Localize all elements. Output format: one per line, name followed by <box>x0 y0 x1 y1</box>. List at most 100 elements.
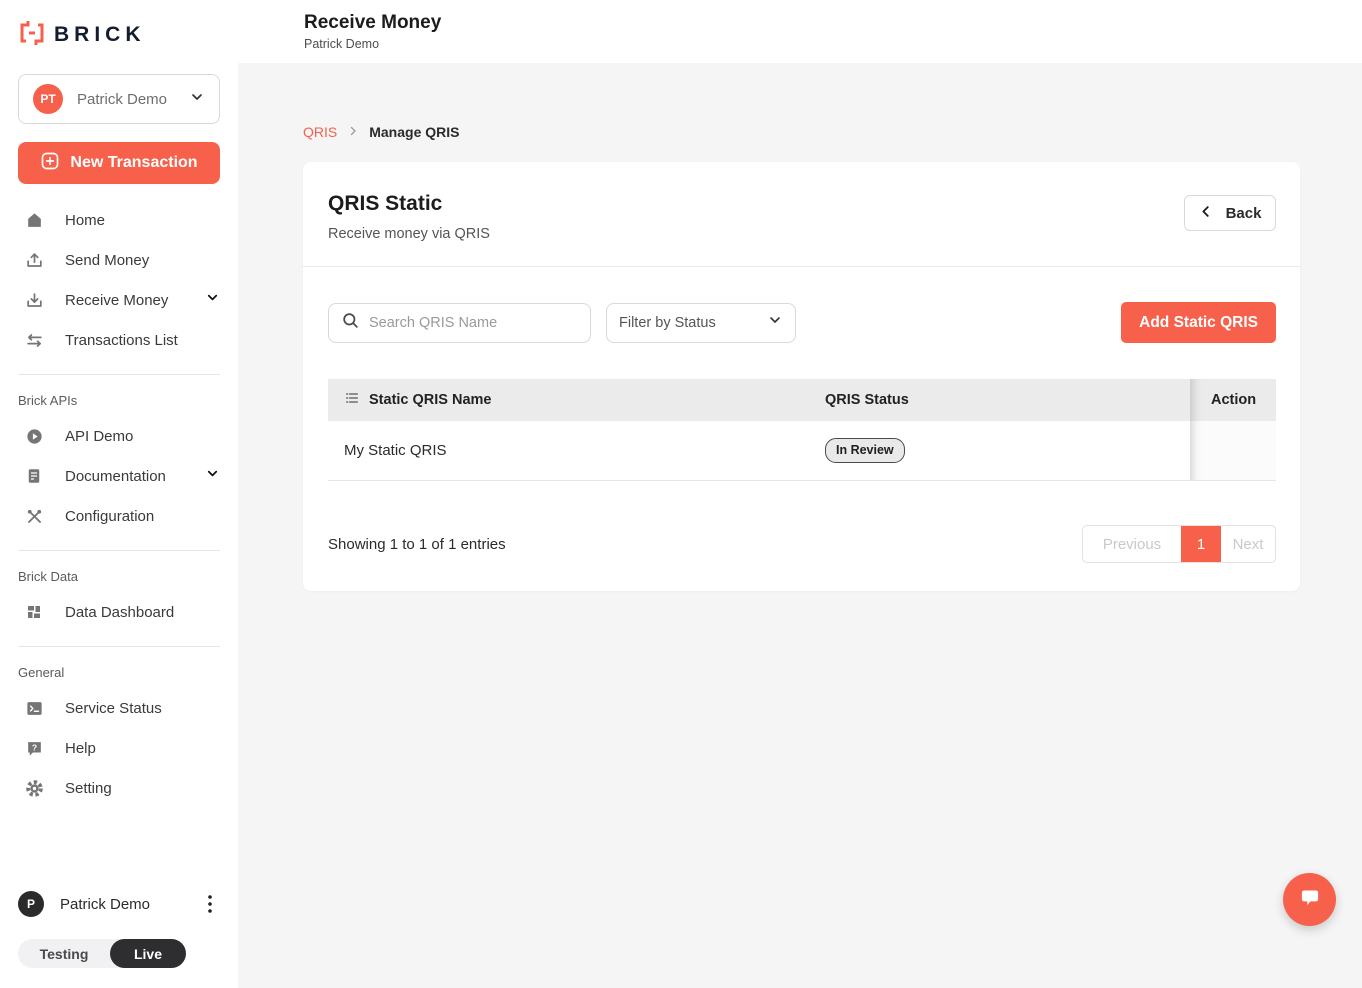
sidebar-item-label: API Demo <box>65 427 134 445</box>
add-static-qris-button[interactable]: Add Static QRIS <box>1121 302 1276 343</box>
pagination-next[interactable]: Next <box>1221 526 1275 562</box>
sidebar: BRICK PT Patrick Demo New Transaction Ho… <box>0 0 238 988</box>
tools-icon <box>24 506 44 526</box>
breadcrumb-qris[interactable]: QRIS <box>303 124 337 140</box>
breadcrumb: QRIS Manage QRIS <box>303 124 1362 140</box>
qris-static-card: QRIS Static Receive money via QRIS Back <box>303 162 1300 591</box>
sidebar-item-label: Documentation <box>65 467 166 485</box>
send-money-icon <box>24 250 44 270</box>
svg-text:?: ? <box>31 742 36 752</box>
sidebar-item-label: Configuration <box>65 507 155 525</box>
section-title-general: General <box>18 665 65 680</box>
cell-qris-name: My Static QRIS <box>344 442 447 459</box>
chat-bubble-icon <box>1297 884 1323 915</box>
sidebar-item-label: Help <box>65 739 96 757</box>
sidebar-footer: P Patrick Demo Testing Live <box>18 889 220 968</box>
card-subtitle: Receive money via QRIS <box>328 226 490 242</box>
sidebar-item-label: Receive Money <box>65 291 169 309</box>
account-selector[interactable]: PT Patrick Demo <box>18 74 220 124</box>
section-title-brick-apis: Brick APIs <box>18 393 78 408</box>
back-button[interactable]: Back <box>1184 195 1276 231</box>
sidebar-item-setting[interactable]: Setting <box>18 768 220 808</box>
chevron-down-icon[interactable] <box>205 466 220 486</box>
table-row[interactable]: My Static QRIS In Review <box>328 421 1276 481</box>
column-header-action: Action <box>1190 379 1276 421</box>
column-header-name: Static QRIS Name <box>328 379 809 421</box>
column-label: QRIS Status <box>825 392 909 408</box>
help-bubble-icon: ? <box>24 738 44 758</box>
cell-action <box>1190 421 1276 480</box>
chevron-down-icon <box>767 312 783 333</box>
card-header: QRIS Static Receive money via QRIS Back <box>303 162 1300 267</box>
pagination: Previous 1 Next <box>1082 525 1276 563</box>
toolbar: Filter by Status Add Static QRIS <box>303 267 1300 343</box>
gear-icon <box>24 778 44 798</box>
sidebar-item-api-demo[interactable]: API Demo <box>18 416 220 456</box>
entries-summary: Showing 1 to 1 of 1 entries <box>328 535 506 553</box>
sidebar-item-send-money[interactable]: Send Money <box>18 240 220 280</box>
pagination-previous[interactable]: Previous <box>1083 526 1181 562</box>
top-header: Receive Money Patrick Demo <box>238 0 1362 63</box>
search-icon <box>341 311 360 335</box>
sidebar-user: P Patrick Demo <box>18 889 220 919</box>
column-header-status: QRIS Status <box>809 379 1190 421</box>
plus-square-icon <box>40 151 60 176</box>
terminal-icon <box>24 698 44 718</box>
dashboard-icon <box>24 602 44 622</box>
column-label: Static QRIS Name <box>369 392 492 408</box>
chevron-right-icon <box>347 124 359 140</box>
sidebar-item-label: Transactions List <box>65 331 178 349</box>
env-live-option[interactable]: Live <box>110 939 186 968</box>
main-area: Receive Money Patrick Demo QRIS Manage Q… <box>238 0 1362 988</box>
chevron-down-icon <box>189 89 205 110</box>
brick-logo-icon <box>18 19 46 52</box>
sidebar-item-data-dashboard[interactable]: Data Dashboard <box>18 592 220 632</box>
column-label: Action <box>1211 392 1257 408</box>
cell-qris-status: In Review <box>809 421 1190 480</box>
sidebar-item-label: Setting <box>65 779 112 797</box>
sidebar-item-receive-money[interactable]: Receive Money <box>18 280 220 320</box>
status-badge: In Review <box>825 438 905 463</box>
receive-money-icon <box>24 290 44 310</box>
back-label: Back <box>1225 204 1262 222</box>
account-name: Patrick Demo <box>77 90 168 108</box>
new-transaction-button[interactable]: New Transaction <box>18 142 220 184</box>
home-icon <box>24 210 44 230</box>
kebab-menu-icon[interactable] <box>200 892 220 916</box>
page-title: Receive Money <box>304 12 442 33</box>
sidebar-item-service-status[interactable]: Service Status <box>18 688 220 728</box>
list-icon <box>344 390 360 410</box>
transactions-icon <box>24 330 44 350</box>
account-avatar: PT <box>33 84 63 114</box>
search-box <box>328 302 591 343</box>
status-filter-label: Filter by Status <box>619 314 716 331</box>
table-header-row: Static QRIS Name QRIS Status Action <box>328 379 1276 421</box>
sidebar-item-help[interactable]: ? Help <box>18 728 220 768</box>
sidebar-item-home[interactable]: Home <box>18 200 220 240</box>
sidebar-item-documentation[interactable]: Documentation <box>18 456 220 496</box>
divider <box>18 550 220 551</box>
sidebar-item-label: Home <box>65 211 106 229</box>
table-footer: Showing 1 to 1 of 1 entries Previous 1 N… <box>303 481 1300 563</box>
new-transaction-label: New Transaction <box>70 154 198 171</box>
sidebar-item-label: Service Status <box>65 699 162 717</box>
sidebar-item-configuration[interactable]: Configuration <box>18 496 220 536</box>
divider <box>18 646 220 647</box>
chevron-left-icon <box>1199 204 1214 223</box>
chat-widget-button[interactable] <box>1283 873 1336 926</box>
env-testing-option[interactable]: Testing <box>18 946 110 962</box>
sidebar-nav: Home Send Money Receive Money Transactio… <box>18 200 220 360</box>
sidebar-item-label: Data Dashboard <box>65 603 175 621</box>
brand-logo: BRICK <box>18 20 220 50</box>
qris-table: Static QRIS Name QRIS Status Action My S… <box>328 379 1276 481</box>
play-circle-icon <box>24 426 44 446</box>
chevron-down-icon[interactable] <box>205 290 220 310</box>
document-icon <box>24 466 44 486</box>
page-subtitle: Patrick Demo <box>304 37 380 51</box>
sidebar-item-label: Send Money <box>65 251 150 269</box>
sidebar-item-transactions-list[interactable]: Transactions List <box>18 320 220 360</box>
search-input[interactable] <box>369 314 578 331</box>
pagination-page-1[interactable]: 1 <box>1181 526 1221 562</box>
status-filter-dropdown[interactable]: Filter by Status <box>606 302 796 343</box>
user-name: Patrick Demo <box>60 895 151 913</box>
